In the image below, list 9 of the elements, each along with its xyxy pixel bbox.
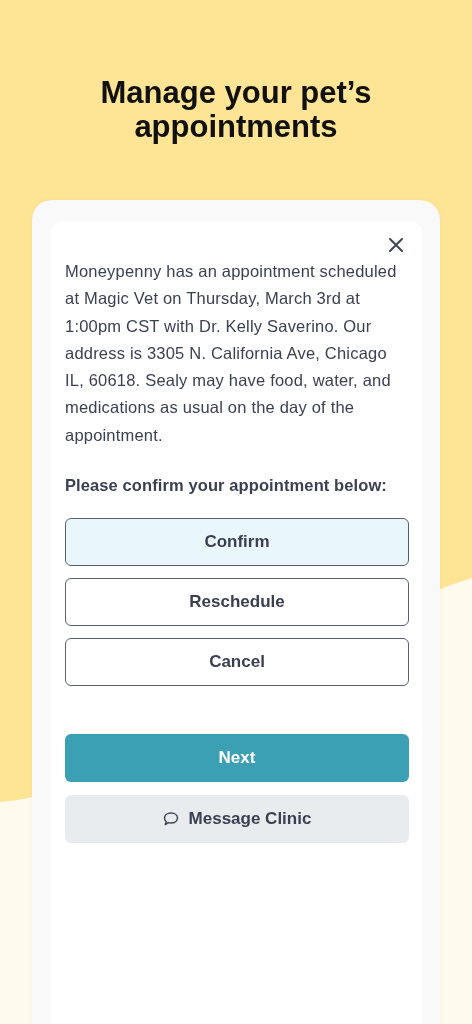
- confirm-prompt: Please confirm your appointment below:: [65, 476, 388, 496]
- page-title: Manage your pet’s appointments: [99, 74, 373, 144]
- option-button[interactable]: Confirm: [65, 518, 409, 567]
- appointment-message: Moneypenny has an appointment scheduled at Magic Vet on Thursday, March 3rd at 1:00pm CST with Dr. Kelly Saverino. Our address is 3305 N. California Ave, Chicago IL, 60618. Sealy may have food, water, and medications as usual on the day of the appointment.: [65, 261, 398, 446]
- option-button[interactable]: Cancel: [65, 638, 409, 687]
- option-button[interactable]: Reschedule: [65, 578, 409, 627]
- message-clinic-button[interactable]: Message Clinic: [65, 795, 409, 844]
- close-icon[interactable]: [389, 238, 403, 252]
- chat-bubble-icon: [162, 811, 179, 828]
